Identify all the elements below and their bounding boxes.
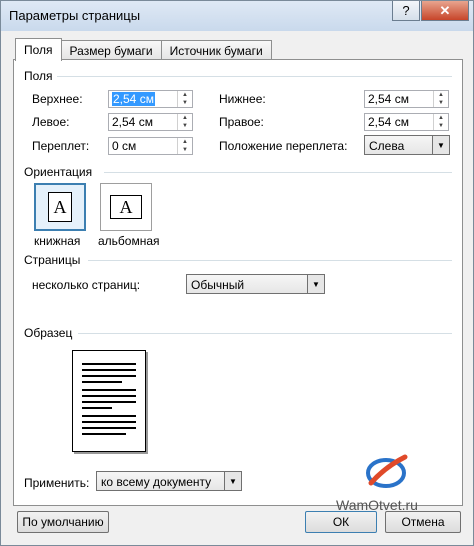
pages-group-label: Страницы (24, 253, 85, 267)
arrow-up-icon[interactable]: ▲ (178, 91, 192, 99)
tab-paper-source[interactable]: Источник бумаги (160, 40, 272, 60)
left-margin-stepper[interactable]: 2,54 см ▲ ▼ (108, 113, 193, 131)
landscape-label: альбомная (98, 234, 160, 248)
arrow-down-icon[interactable]: ▼ (178, 122, 192, 130)
preview-line (82, 395, 136, 397)
gutter-stepper[interactable]: 0 см ▲ ▼ (108, 137, 193, 155)
chevron-down-icon[interactable]: ▼ (224, 472, 241, 490)
bottom-margin-label: Нижнее: (219, 92, 266, 106)
close-button[interactable]: ✕ (421, 1, 469, 21)
margins-group-label: Поля (24, 69, 57, 83)
ok-button[interactable]: ОК (305, 511, 377, 533)
tab-paper-size[interactable]: Размер бумаги (60, 40, 162, 60)
apply-to-select[interactable]: ко всему документу ▼ (96, 471, 242, 491)
gutter-label: Переплет: (32, 139, 90, 153)
apply-label: Применить: (24, 476, 90, 490)
arrow-up-icon[interactable]: ▲ (434, 91, 448, 99)
right-margin-label: Правое: (219, 115, 264, 129)
page-preview (72, 350, 146, 452)
cancel-button[interactable]: Отмена (385, 511, 461, 533)
tab-margins[interactable]: Поля (15, 38, 62, 61)
arrow-down-icon[interactable]: ▼ (434, 122, 448, 130)
right-margin-stepper[interactable]: 2,54 см ▲ ▼ (364, 113, 449, 131)
tab-panel: Поля Верхнее: 2,54 см ▲ ▼ Нижнее: 2,54 см… (13, 59, 463, 506)
spin-arrows[interactable]: ▲ ▼ (177, 138, 192, 154)
spin-arrows[interactable]: ▲ ▼ (433, 114, 448, 130)
arrow-up-icon[interactable]: ▲ (178, 114, 192, 122)
preview-line (82, 363, 136, 365)
spin-arrows[interactable]: ▲ ▼ (177, 91, 192, 107)
tab-bar: Поля Размер бумаги Источник бумаги (15, 38, 272, 61)
left-margin-label: Левое: (32, 115, 70, 129)
wamotvet-logo-icon (366, 454, 408, 488)
multiple-pages-value: Обычный (191, 278, 245, 292)
help-button[interactable]: ? (392, 1, 420, 21)
gutter-position-select[interactable]: Слева ▼ (364, 135, 450, 155)
preview-line (82, 427, 136, 429)
divider (88, 260, 452, 261)
top-margin-label: Верхнее: (32, 92, 83, 106)
divider (104, 172, 452, 173)
preview-line (82, 433, 126, 435)
portrait-page-icon: A (48, 192, 72, 222)
page-glyph: A (119, 196, 133, 217)
arrow-down-icon[interactable]: ▼ (434, 99, 448, 107)
preview-line (82, 389, 136, 391)
preview-group-label: Образец (24, 326, 77, 340)
chevron-down-icon[interactable]: ▼ (307, 275, 324, 293)
arrow-down-icon[interactable]: ▼ (178, 146, 192, 154)
preview-line (82, 369, 136, 371)
close-icon: ✕ (439, 2, 451, 18)
spin-arrows[interactable]: ▲ ▼ (177, 114, 192, 130)
page-setup-dialog: Параметры страницы ? ✕ Поля Размер бумаг… (0, 0, 474, 546)
help-icon: ? (402, 3, 410, 18)
apply-to-value: ко всему документу (101, 475, 212, 489)
chevron-down-icon[interactable]: ▼ (432, 136, 449, 154)
gutter-position-label: Положение переплета: (219, 139, 348, 153)
preview-line (82, 375, 136, 377)
arrow-up-icon[interactable]: ▲ (434, 114, 448, 122)
multiple-pages-label: несколько страниц: (32, 278, 141, 292)
preview-line (82, 407, 112, 409)
spin-arrows[interactable]: ▲ ▼ (433, 91, 448, 107)
portrait-option[interactable]: A (34, 183, 86, 231)
preview-line (82, 401, 136, 403)
arrow-up-icon[interactable]: ▲ (178, 138, 192, 146)
divider (78, 333, 452, 334)
gutter-position-value: Слева (369, 139, 405, 153)
arrow-down-icon[interactable]: ▼ (178, 99, 192, 107)
set-default-button[interactable]: По умолчанию (17, 511, 109, 533)
top-margin-stepper[interactable]: 2,54 см ▲ ▼ (108, 90, 193, 108)
bottom-margin-stepper[interactable]: 2,54 см ▲ ▼ (364, 90, 449, 108)
title-bar: Параметры страницы ? ✕ (1, 1, 473, 31)
preview-line (82, 415, 136, 417)
multiple-pages-select[interactable]: Обычный ▼ (186, 274, 325, 294)
left-margin-value: 2,54 см (112, 115, 153, 129)
landscape-page-icon: A (110, 195, 142, 219)
landscape-option[interactable]: A (100, 183, 152, 231)
window-title: Параметры страницы (9, 8, 141, 23)
page-glyph: A (53, 196, 67, 217)
orientation-group-label: Ориентация (24, 165, 97, 179)
preview-line (82, 421, 136, 423)
top-margin-value: 2,54 см (112, 92, 155, 106)
portrait-label: книжная (34, 234, 81, 248)
preview-line (82, 381, 122, 383)
gutter-value: 0 см (112, 139, 137, 153)
divider (54, 76, 452, 77)
bottom-margin-value: 2,54 см (368, 92, 409, 106)
right-margin-value: 2,54 см (368, 115, 409, 129)
